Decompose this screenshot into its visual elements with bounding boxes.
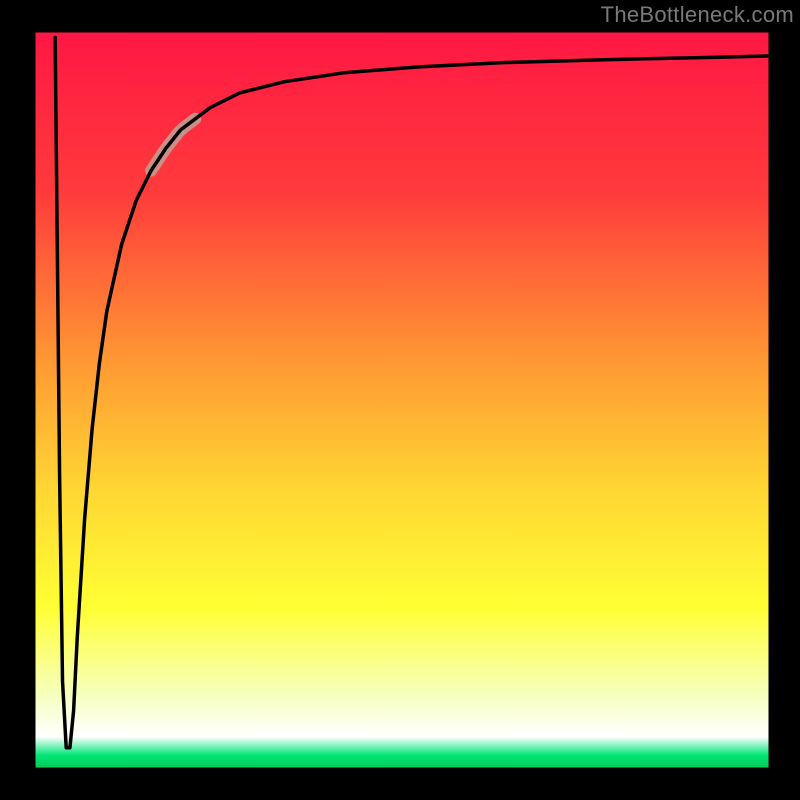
watermark-text: TheBottleneck.com xyxy=(601,2,794,28)
chart-plot-bg xyxy=(33,30,771,770)
chart-container: TheBottleneck.com xyxy=(0,0,800,800)
bottleneck-chart xyxy=(0,0,800,800)
